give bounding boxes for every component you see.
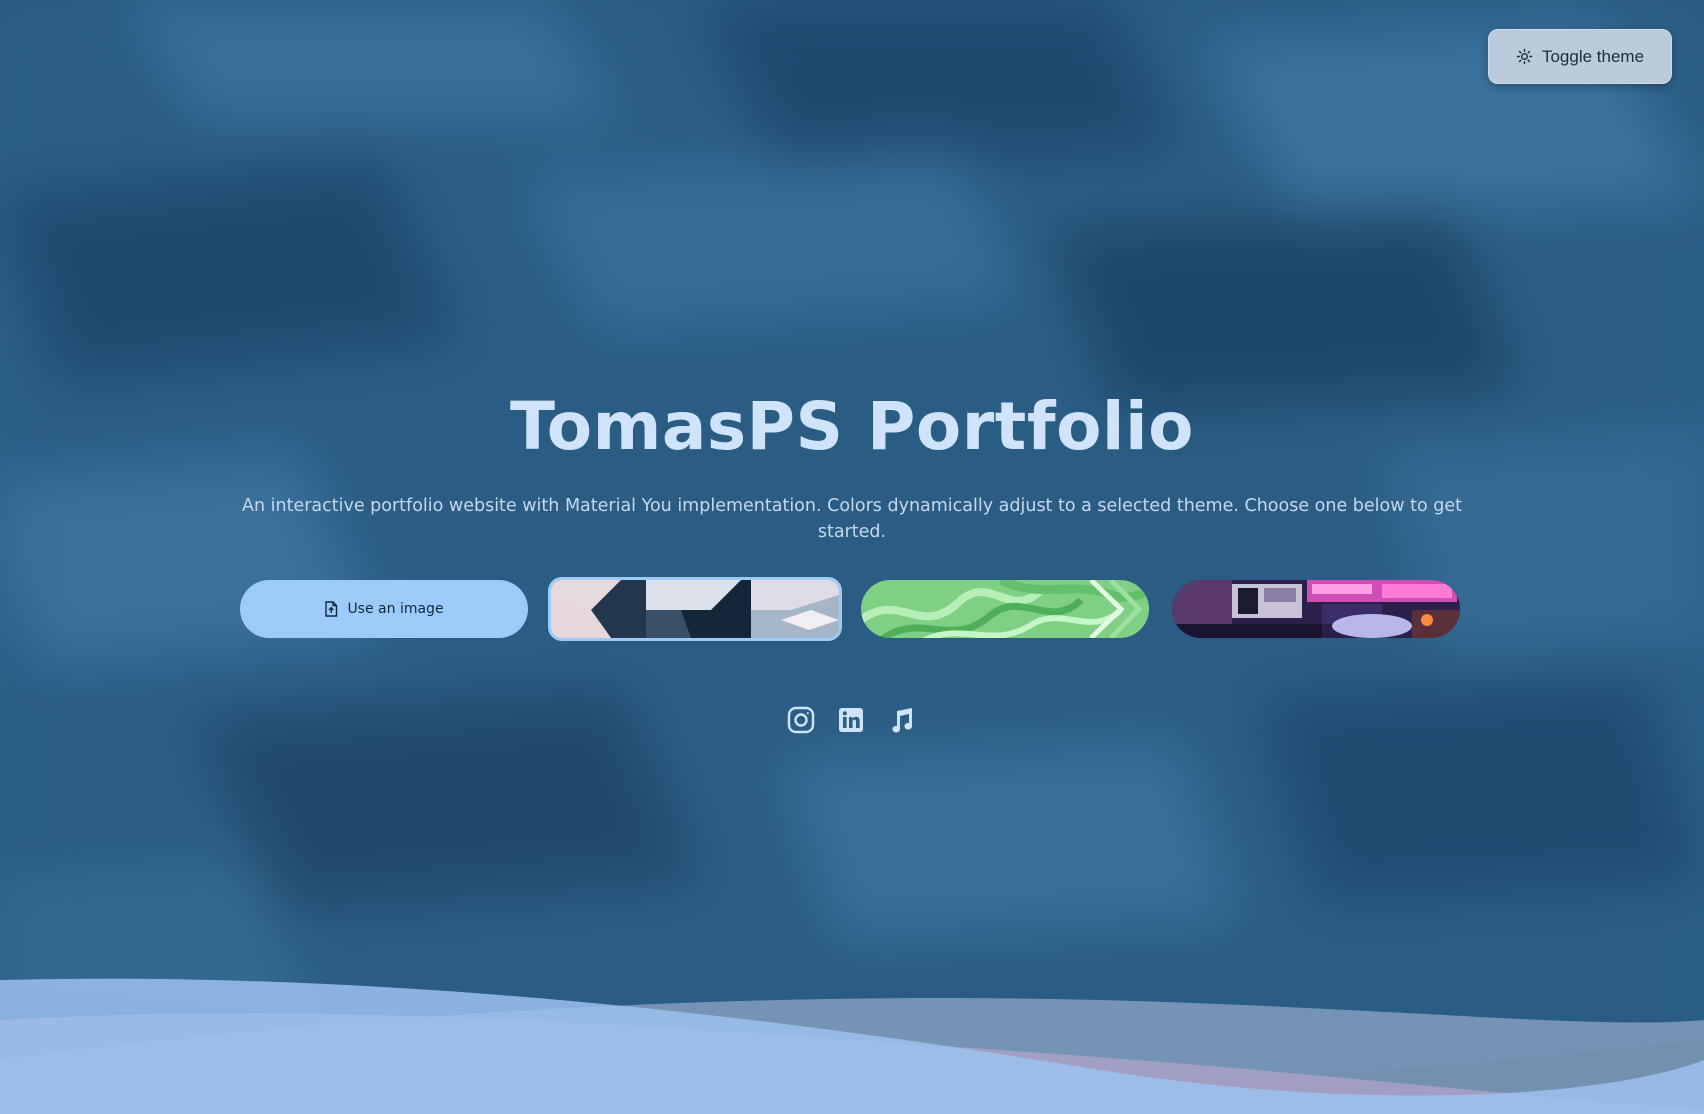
theme-selector: Use an image xyxy=(240,577,1462,641)
instagram-icon xyxy=(787,706,815,734)
social-links xyxy=(787,706,915,734)
theme-option-neon-shop[interactable] xyxy=(1172,580,1460,638)
instagram-link[interactable] xyxy=(787,706,815,734)
theme-option-isometric-blocks[interactable] xyxy=(548,577,842,641)
sun-icon xyxy=(1516,48,1533,65)
decorative-waves xyxy=(0,978,1704,1114)
toggle-theme-label: Toggle theme xyxy=(1541,46,1645,66)
background-image xyxy=(0,0,1704,1114)
music-note-icon xyxy=(892,708,913,733)
theme-option-green-waves[interactable] xyxy=(861,580,1149,638)
page-subtitle: An interactive portfolio website with Ma… xyxy=(242,496,1462,542)
page-title: TomasPS Portfolio xyxy=(509,388,1195,465)
blurred-block-pattern xyxy=(0,0,1704,1114)
music-link[interactable] xyxy=(887,706,915,734)
neon-shop-thumbnail xyxy=(1172,580,1460,638)
green-waves-thumbnail xyxy=(861,580,1149,638)
use-image-button[interactable]: Use an image xyxy=(240,580,528,638)
toggle-theme-button[interactable]: Toggle theme xyxy=(1488,29,1672,84)
use-image-label: Use an image xyxy=(347,601,444,617)
isometric-blocks-thumbnail xyxy=(551,580,839,638)
file-upload-icon xyxy=(325,601,338,617)
linkedin-link[interactable] xyxy=(837,706,865,734)
linkedin-icon xyxy=(839,708,863,732)
